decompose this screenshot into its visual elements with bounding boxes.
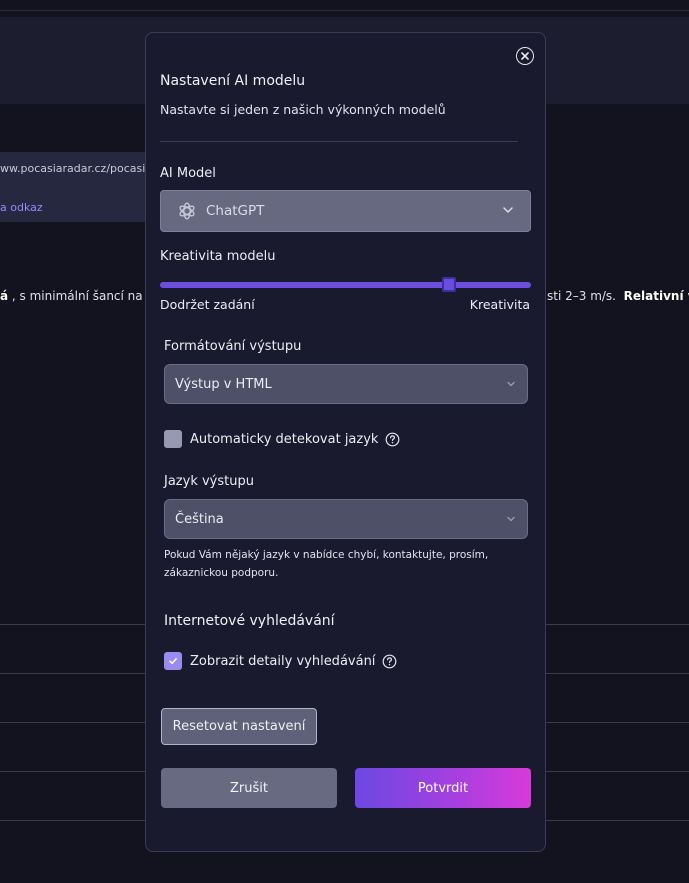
article-bold-right: Relativní vl (623, 289, 689, 303)
page-top-border (0, 10, 689, 11)
output-format-select[interactable]: Výstup v HTML (164, 364, 528, 404)
cancel-button[interactable]: Zrušit (161, 768, 337, 808)
ai-model-select[interactable]: ChatGPT (160, 190, 531, 232)
close-icon (521, 52, 529, 60)
creativity-slider-track[interactable] (160, 282, 531, 288)
article-text-left: á , s minimální šancí na sr (0, 289, 146, 303)
help-icon[interactable] (385, 432, 400, 447)
reset-settings-button[interactable]: Resetovat nastavení (161, 708, 317, 745)
search-details-checkbox[interactable] (164, 652, 182, 670)
source-link[interactable]: a odkaz (0, 201, 43, 214)
output-language-value: Čeština (175, 511, 224, 527)
output-format-value: Výstup v HTML (175, 376, 272, 392)
openai-logo-icon (179, 202, 195, 220)
article-text-right: sti 2–3 m/s. Relativní vl (547, 289, 689, 303)
creativity-min-label: Dodržet zadání (160, 297, 255, 312)
auto-detect-language-checkbox-row[interactable]: Automaticky detekovat jazyk (164, 430, 400, 448)
output-format-label: Formátování výstupu (164, 339, 302, 354)
chevron-down-icon (503, 207, 513, 213)
header-divider (160, 141, 518, 142)
modal-title: Nastavení AI modelu (160, 73, 306, 89)
article-bold-left: á (0, 289, 9, 303)
ai-model-settings-modal: Nastavení AI modelu Nastavte si jeden z … (145, 32, 546, 852)
ai-model-label: AI Model (160, 166, 216, 181)
checkmark-icon (169, 658, 177, 665)
auto-detect-language-checkbox[interactable] (164, 430, 182, 448)
chevron-down-icon (507, 516, 515, 522)
output-language-label: Jazyk výstupu (164, 474, 254, 489)
modal-subtitle: Nastavte si jeden z našich výkonných mod… (160, 102, 446, 117)
ai-model-value: ChatGPT (206, 203, 265, 219)
chevron-down-icon (507, 381, 515, 387)
language-hint: Pokud Vám nějaký jazyk v nabídce chybí, … (164, 549, 489, 579)
output-language-select[interactable]: Čeština (164, 499, 528, 539)
search-details-label: Zobrazit detaily vyhledávání (190, 653, 376, 669)
confirm-button[interactable]: Potvrdit (355, 768, 531, 808)
search-details-checkbox-row[interactable]: Zobrazit detaily vyhledávání (164, 652, 397, 670)
creativity-label: Kreativita modelu (160, 249, 276, 264)
creativity-slider-thumb[interactable] (442, 277, 456, 292)
auto-detect-language-label: Automaticky detekovat jazyk (190, 431, 379, 447)
article-text-left-body: , s minimální šancí na sr (8, 289, 146, 303)
close-button[interactable] (516, 47, 534, 65)
help-icon[interactable] (382, 654, 397, 669)
source-url[interactable]: ww.pocasiaradar.cz/pocasi/b (0, 162, 150, 175)
creativity-max-label: Kreativita (469, 297, 530, 312)
article-text-right-body: sti 2–3 m/s. (547, 289, 616, 303)
web-search-section-title: Internetové vyhledávání (164, 613, 335, 629)
